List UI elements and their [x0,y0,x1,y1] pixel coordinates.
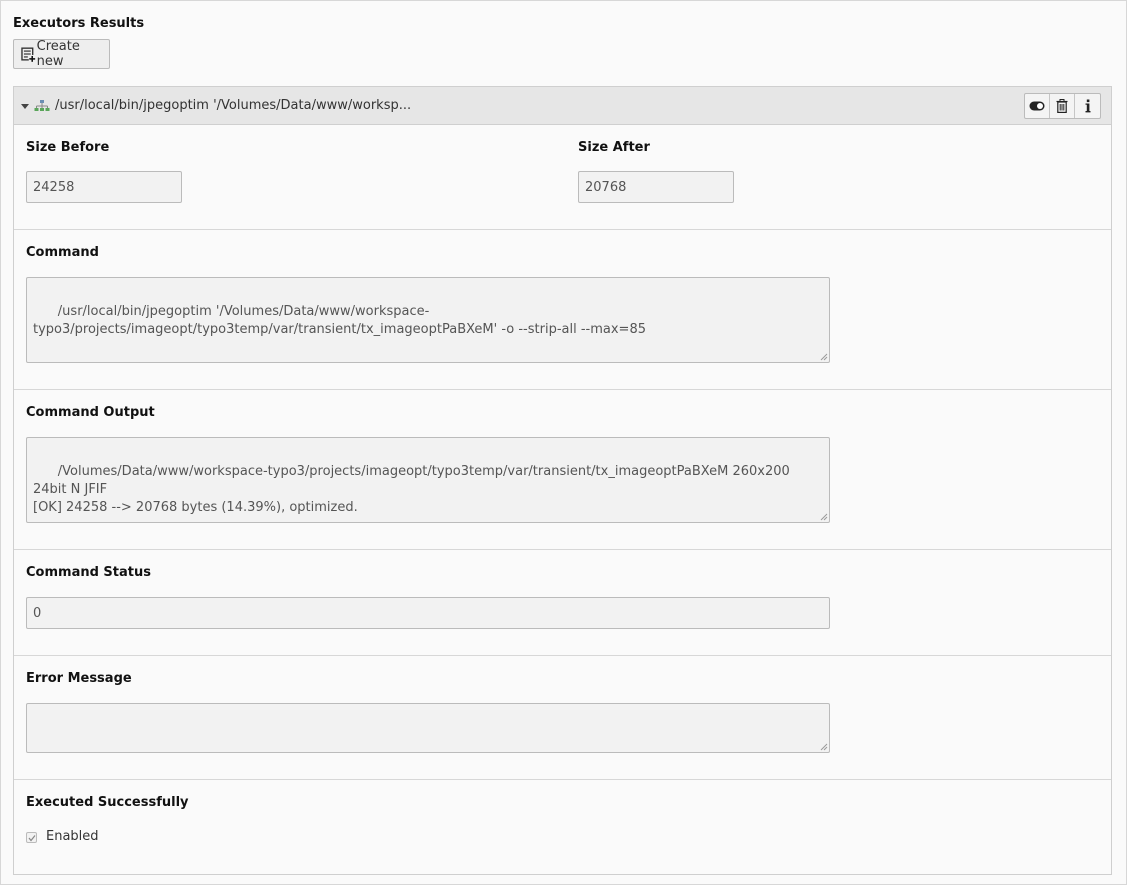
enabled-checkbox[interactable] [26,832,37,843]
size-after-field[interactable]: 20768 [578,171,734,203]
size-after-label: Size After [578,140,650,155]
error-message-label: Error Message [26,671,132,686]
resize-handle-icon[interactable] [820,513,828,521]
trash-icon [1056,99,1068,113]
section-command-status: Command Status 0 [14,550,1111,656]
command-status-field[interactable]: 0 [26,597,830,629]
section-error-message: Error Message [14,656,1111,780]
command-value: /usr/local/bin/jpegoptim '/Volumes/Data/… [33,304,646,337]
create-new-label: Create new [36,39,80,69]
command-output-textarea[interactable]: /Volumes/Data/www/workspace-typo3/projec… [26,437,830,523]
toggle-icon [1029,101,1045,111]
section-sizes: Size Before 24258 Size After 20768 [14,125,1111,230]
error-message-textarea[interactable] [26,703,830,753]
create-new-icon [21,46,36,62]
toggle-button[interactable] [1025,94,1050,118]
record-controls [1024,93,1101,119]
resize-handle-icon[interactable] [820,353,828,361]
command-textarea[interactable]: /usr/local/bin/jpegoptim '/Volumes/Data/… [26,277,830,363]
command-label: Command [26,245,99,260]
size-before-field[interactable]: 24258 [26,171,182,203]
resize-handle-icon[interactable] [820,743,828,751]
page-title: Executors Results [13,16,145,31]
tree-structure-icon [34,99,50,111]
executed-successfully-label: Executed Successfully [26,795,189,810]
command-output-value: /Volumes/Data/www/workspace-typo3/projec… [33,464,790,515]
record-title[interactable]: /usr/local/bin/jpegoptim '/Volumes/Data/… [55,98,411,113]
command-status-label: Command Status [26,565,151,580]
section-command-output: Command Output /Volumes/Data/www/workspa… [14,390,1111,550]
section-command: Command /usr/local/bin/jpegoptim '/Volum… [14,230,1111,390]
create-new-button[interactable]: Create new [13,39,110,69]
command-output-label: Command Output [26,405,155,420]
info-icon [1085,99,1090,113]
record-header[interactable]: /usr/local/bin/jpegoptim '/Volumes/Data/… [14,87,1111,125]
record-panel: /usr/local/bin/jpegoptim '/Volumes/Data/… [13,86,1112,875]
section-executed-successfully: Executed Successfully Enabled [14,780,1111,874]
size-before-label: Size Before [26,140,110,155]
info-button[interactable] [1075,94,1100,118]
enabled-checkbox-label: Enabled [46,829,99,844]
checkmark-icon [28,834,35,841]
collapse-caret-icon[interactable] [21,104,29,109]
delete-button[interactable] [1050,94,1075,118]
